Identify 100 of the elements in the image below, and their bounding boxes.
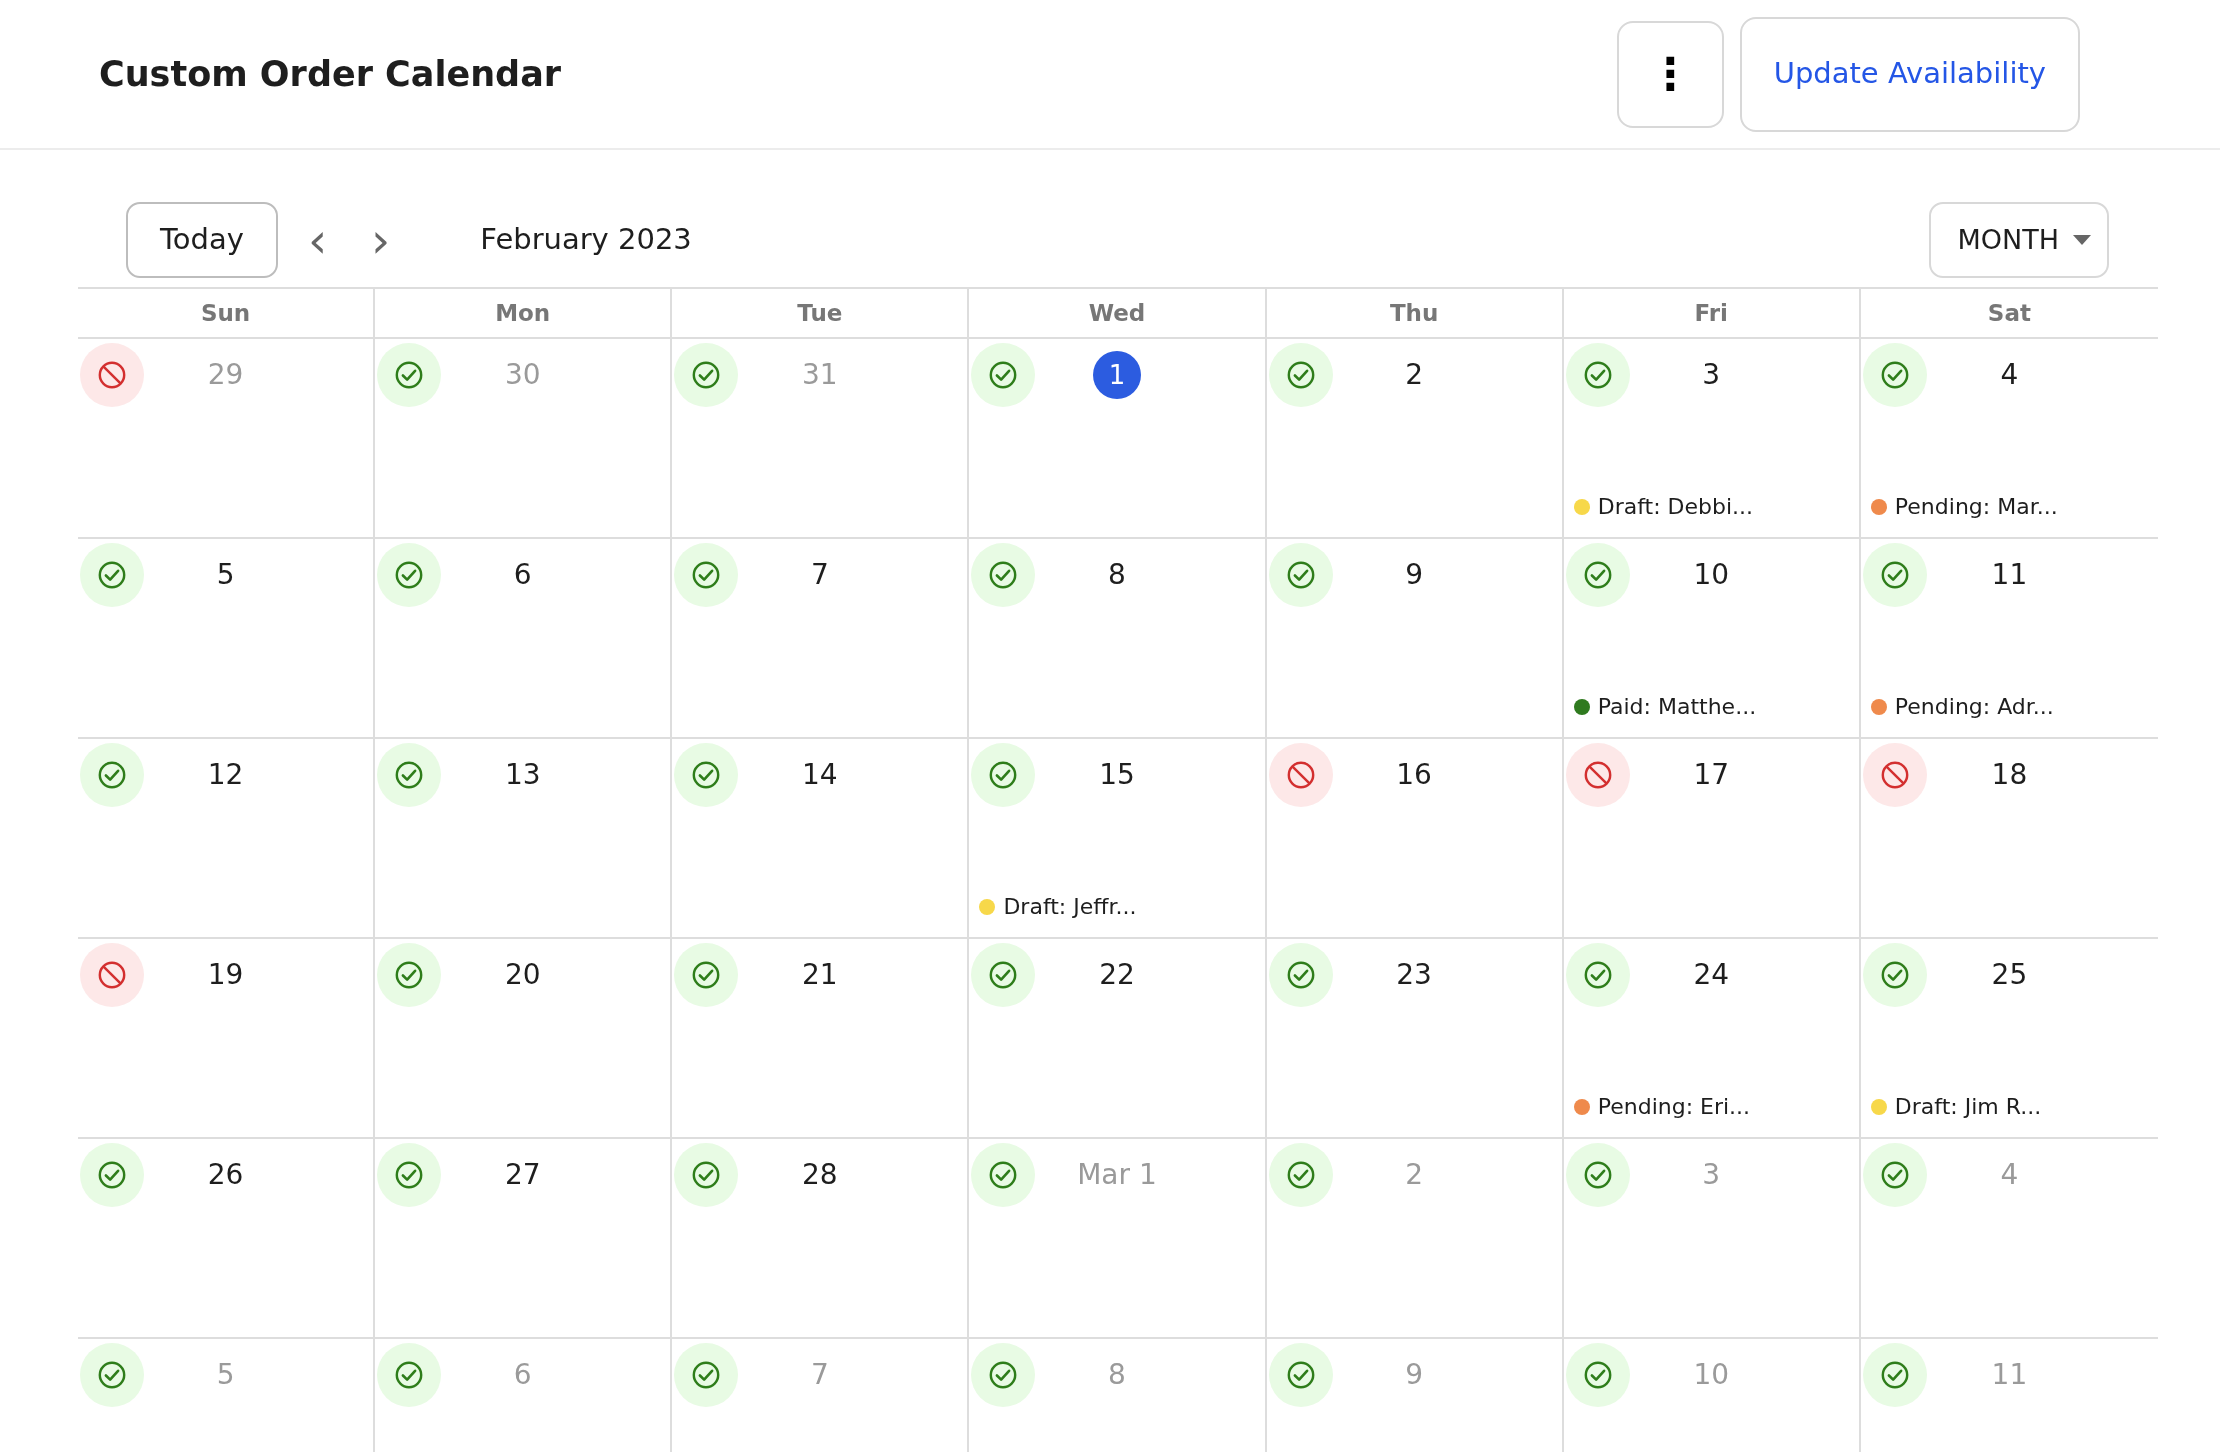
check-circle-icon	[97, 560, 127, 590]
check-circle-icon	[691, 560, 722, 590]
check-circle-icon	[988, 1160, 1019, 1190]
day-number: 31	[802, 357, 838, 393]
day-number: 7	[810, 557, 829, 593]
weekday-header: Fri	[1563, 289, 1861, 337]
caret-icon	[2073, 235, 2091, 245]
prohibited-icon	[97, 960, 127, 990]
today-date: 1	[1093, 351, 1141, 399]
check-circle-icon	[691, 960, 722, 990]
order-event[interactable]: Pending: Adr...	[1894, 690, 2054, 723]
check-circle-icon	[1582, 560, 1613, 590]
order-event[interactable]: Pending: Mar...	[1894, 490, 2058, 523]
check-circle-icon	[1285, 1160, 1316, 1190]
check-circle-icon	[1285, 1360, 1316, 1390]
next-month-button[interactable]: ›	[357, 216, 405, 264]
day-number: 17	[1693, 757, 1730, 793]
day-number: 10	[1693, 1357, 1730, 1393]
day-number: 28	[802, 1157, 838, 1193]
day-number: 27	[504, 1157, 541, 1193]
day-number: Mar 1	[1077, 1157, 1157, 1193]
day-number: 6	[513, 557, 532, 593]
day-number: 8	[1108, 1357, 1126, 1393]
update-availability-button[interactable]: Update Availability	[1739, 16, 2080, 132]
check-circle-icon	[988, 560, 1019, 590]
order-event[interactable]: Draft: Debbi...	[1597, 490, 1754, 523]
day-number: 19	[207, 957, 244, 993]
day-number: 9	[1405, 557, 1424, 593]
prohibited-icon	[1582, 760, 1613, 790]
day-number: 23	[1396, 957, 1432, 993]
day-number: 30	[504, 357, 541, 393]
check-circle-icon	[988, 1360, 1019, 1390]
day-number: 21	[802, 957, 838, 993]
day-number: 13	[504, 757, 541, 793]
order-event[interactable]: Draft: Jim R...	[1894, 1090, 2042, 1123]
day-number: 11	[1991, 1357, 2028, 1393]
check-circle-icon	[1879, 360, 1910, 390]
check-circle-icon	[1879, 1160, 1910, 1190]
day-number: 4	[2000, 1157, 2019, 1193]
day-number: 5	[216, 1357, 235, 1393]
day-number: 20	[504, 957, 541, 993]
check-circle-icon	[1285, 360, 1316, 390]
weekday-header: Sat	[1986, 299, 2032, 328]
check-circle-icon	[1582, 960, 1613, 990]
check-circle-icon	[394, 360, 425, 390]
check-circle-icon	[394, 1160, 425, 1190]
day-number: 3	[1702, 1157, 1721, 1193]
page-title: Custom Order Calendar	[99, 53, 561, 95]
check-circle-icon	[97, 1160, 127, 1190]
check-circle-icon	[988, 760, 1019, 790]
day-number: 25	[1991, 957, 2028, 993]
order-event[interactable]: Draft: Jeffr...	[1003, 890, 1137, 923]
check-circle-icon	[97, 1360, 127, 1390]
day-number: 18	[1991, 757, 2028, 793]
check-circle-icon	[394, 760, 425, 790]
day-number: 26	[207, 1157, 244, 1193]
day-number: 16	[1396, 757, 1432, 793]
check-circle-icon	[691, 1160, 722, 1190]
check-circle-icon	[1582, 1360, 1613, 1390]
day-number: 14	[802, 757, 838, 793]
weekday-header: Tue	[672, 289, 970, 337]
check-circle-icon	[1285, 960, 1316, 990]
check-circle-icon	[97, 760, 127, 790]
day-number: 2	[1405, 357, 1424, 393]
month-label: February 2023	[480, 221, 692, 259]
weekday-header: Mon	[375, 289, 673, 337]
day-number: 11	[1991, 557, 2028, 593]
check-circle-icon	[691, 760, 722, 790]
today-button[interactable]: Today	[126, 202, 278, 278]
check-circle-icon	[988, 360, 1019, 390]
order-event[interactable]: Pending: Eri...	[1597, 1090, 1751, 1123]
day-number: 29	[207, 357, 244, 393]
day-number: 7	[810, 1357, 829, 1393]
day-number: 9	[1405, 1357, 1424, 1393]
day-number: 2	[1405, 1157, 1424, 1193]
check-circle-icon	[394, 560, 425, 590]
check-circle-icon	[1582, 1160, 1613, 1190]
check-circle-icon	[1879, 1360, 1910, 1390]
weekday-header: Sun	[78, 289, 376, 337]
day-number: 8	[1108, 557, 1126, 593]
more-options-button[interactable]: ⋮	[1616, 20, 1724, 128]
check-circle-icon	[394, 1360, 425, 1390]
day-number: 15	[1099, 757, 1135, 793]
check-circle-icon	[1582, 360, 1613, 390]
day-number: 3	[1702, 357, 1721, 393]
check-circle-icon	[691, 360, 722, 390]
check-circle-icon	[1285, 560, 1316, 590]
day-number: 4	[2000, 357, 2019, 393]
order-event[interactable]: Paid: Matthe...	[1597, 690, 1757, 723]
prohibited-icon	[1285, 760, 1316, 790]
day-number: 10	[1693, 557, 1730, 593]
day-number: 12	[207, 757, 244, 793]
check-circle-icon	[394, 960, 425, 990]
day-number: 24	[1693, 957, 1730, 993]
previous-month-button[interactable]: ‹	[293, 216, 342, 264]
day-number: 6	[513, 1357, 532, 1393]
check-circle-icon	[1879, 960, 1910, 990]
check-circle-icon	[988, 960, 1019, 990]
view-dropdown[interactable]: MONTH	[1929, 202, 2109, 278]
prohibited-icon	[97, 360, 127, 390]
